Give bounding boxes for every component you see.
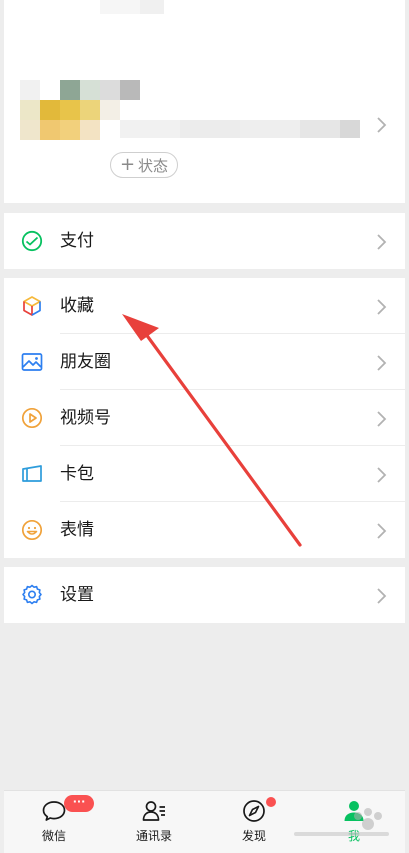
tab-label: 我 <box>347 829 360 843</box>
pay-icon <box>21 230 43 252</box>
tab-label: 发现 <box>241 829 266 843</box>
new-dot-badge <box>266 797 276 807</box>
tab-bar: ··· 微信 通讯录 发现 我 <box>0 790 409 853</box>
menu-item-label: 设置 <box>60 585 94 605</box>
discover-icon <box>243 800 265 822</box>
contacts-icon <box>142 801 165 821</box>
settings-icon <box>22 584 42 605</box>
menu-item-stickers[interactable]: 表情 <box>4 502 405 558</box>
menu-item-channels[interactable]: 视频号 <box>4 390 405 446</box>
chevron-right-icon <box>377 523 387 539</box>
profile-card[interactable]: + 状态 <box>4 0 405 203</box>
menu-item-pay[interactable]: 支付 <box>4 213 405 269</box>
tab-contacts[interactable]: 通讯录 <box>104 791 204 853</box>
menu-item-card-wallet[interactable]: 卡包 <box>4 446 405 502</box>
card-wallet-icon <box>22 465 42 482</box>
tab-chats[interactable]: ··· 微信 <box>4 791 104 853</box>
chevron-right-icon <box>377 299 387 315</box>
sticker-icon <box>21 519 43 541</box>
chevron-right-icon <box>377 411 387 427</box>
menu-item-label: 收藏 <box>60 296 94 316</box>
menu-item-favorites[interactable]: 收藏 <box>4 278 405 334</box>
tab-label: 通讯录 <box>135 829 172 843</box>
menu-item-moments[interactable]: 朋友圈 <box>4 334 405 390</box>
plus-icon: + <box>119 154 136 175</box>
favorites-icon <box>23 296 41 316</box>
tab-discover[interactable]: 发现 <box>204 791 304 853</box>
me-icon <box>344 801 364 821</box>
chevron-right-icon <box>377 117 387 133</box>
chevron-right-icon <box>377 355 387 371</box>
moments-icon <box>21 353 43 371</box>
menu-item-label: 表情 <box>60 520 94 540</box>
menu-item-settings[interactable]: 设置 <box>4 567 405 623</box>
menu-item-label: 支付 <box>60 231 94 251</box>
unread-badge: ··· <box>64 795 94 812</box>
chevron-right-icon <box>377 588 387 604</box>
chevron-right-icon <box>377 234 387 250</box>
channels-icon <box>21 407 43 429</box>
frame-left <box>0 0 4 853</box>
menu-item-label: 视频号 <box>60 408 111 428</box>
status-label: 状态 <box>138 156 169 175</box>
menu-item-label: 卡包 <box>60 464 94 484</box>
chevron-right-icon <box>377 467 387 483</box>
menu-item-label: 朋友圈 <box>60 352 111 372</box>
tab-label: 微信 <box>41 829 66 843</box>
add-status-button[interactable]: + 状态 <box>110 152 178 178</box>
frame-right <box>405 0 409 853</box>
tab-me[interactable]: 我 <box>304 791 404 853</box>
